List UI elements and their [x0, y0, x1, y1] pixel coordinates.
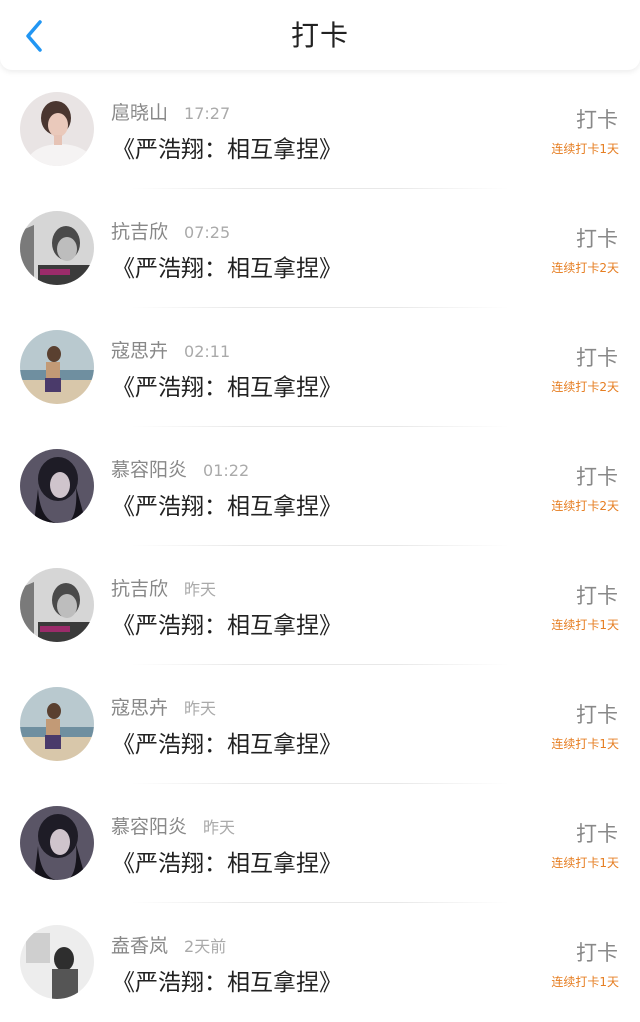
- post-time: 17:27: [184, 104, 231, 123]
- item-title: 《严浩翔：相互拿捏》: [112, 970, 342, 996]
- list-item: 抗吉欣 07:25 《严浩翔：相互拿捏》 打卡 连续打卡2天: [0, 189, 640, 308]
- user-name: 寇思卉 02:11: [111, 340, 231, 362]
- streak-label: 连续打卡1天: [551, 856, 619, 870]
- avatar[interactable]: [20, 568, 94, 642]
- user-name: 扈晓山 17:27: [111, 102, 231, 124]
- item-title: 《严浩翔：相互拿捏》: [112, 851, 342, 877]
- avatar[interactable]: [20, 925, 94, 999]
- user-name: 盍香岚 2天前: [111, 935, 227, 957]
- list-item: 寇思卉 02:11 《严浩翔：相互拿捏》 打卡 连续打卡2天: [0, 308, 640, 427]
- checkin-button[interactable]: 打卡: [576, 580, 618, 610]
- list-item: 慕容阳炎 昨天 《严浩翔：相互拿捏》 打卡 连续打卡1天: [0, 784, 640, 903]
- streak-label: 连续打卡1天: [551, 618, 619, 632]
- item-title: 《严浩翔：相互拿捏》: [112, 732, 342, 758]
- list-item: 慕容阳炎 01:22 《严浩翔：相互拿捏》 打卡 连续打卡2天: [0, 427, 640, 546]
- avatar[interactable]: [20, 211, 94, 285]
- checkin-button[interactable]: 打卡: [576, 937, 618, 967]
- streak-label: 连续打卡2天: [551, 261, 619, 275]
- user-name: 慕容阳炎 01:22: [111, 459, 250, 481]
- post-time: 昨天: [184, 580, 217, 599]
- post-time: 01:22: [203, 461, 250, 480]
- item-title: 《严浩翔：相互拿捏》: [112, 494, 342, 520]
- avatar[interactable]: [20, 806, 94, 880]
- post-time: 昨天: [184, 699, 217, 718]
- item-title: 《严浩翔：相互拿捏》: [112, 256, 342, 282]
- checkin-button[interactable]: 打卡: [576, 104, 618, 134]
- post-time: 07:25: [184, 223, 231, 242]
- avatar[interactable]: [20, 330, 94, 404]
- list-item: 寇思卉 昨天 《严浩翔：相互拿捏》 打卡 连续打卡1天: [0, 665, 640, 784]
- list-item: 盍香岚 2天前 《严浩翔：相互拿捏》 打卡 连续打卡1天: [0, 903, 640, 1022]
- avatar[interactable]: [20, 449, 94, 523]
- checkin-button[interactable]: 打卡: [576, 223, 618, 253]
- user-name: 慕容阳炎 昨天: [111, 816, 236, 838]
- post-time: 2天前: [184, 937, 227, 956]
- top-bar: 打卡: [0, 0, 640, 70]
- checkin-button[interactable]: 打卡: [576, 461, 618, 491]
- streak-label: 连续打卡2天: [551, 380, 619, 394]
- item-title: 《严浩翔：相互拿捏》: [112, 613, 342, 639]
- avatar[interactable]: [20, 687, 94, 761]
- user-name: 抗吉欣 07:25: [111, 221, 231, 243]
- list-item: 抗吉欣 昨天 《严浩翔：相互拿捏》 打卡 连续打卡1天: [0, 546, 640, 665]
- post-time: 02:11: [184, 342, 231, 361]
- item-title: 《严浩翔：相互拿捏》: [112, 137, 342, 163]
- page-title: 打卡: [290, 19, 349, 52]
- streak-label: 连续打卡2天: [551, 499, 619, 513]
- streak-label: 连续打卡1天: [551, 975, 619, 989]
- avatar[interactable]: [20, 92, 94, 166]
- post-time: 昨天: [203, 818, 236, 837]
- streak-label: 连续打卡1天: [551, 142, 619, 156]
- streak-label: 连续打卡1天: [551, 737, 619, 751]
- user-name: 抗吉欣 昨天: [111, 578, 217, 600]
- checkin-button[interactable]: 打卡: [576, 699, 618, 729]
- checkin-button[interactable]: 打卡: [576, 342, 618, 372]
- list-item: 扈晓山 17:27 《严浩翔：相互拿捏》 打卡 连续打卡1天: [0, 70, 640, 189]
- checkin-list: 扈晓山 17:27 《严浩翔：相互拿捏》 打卡 连续打卡1天 抗吉欣 07:25 《…: [0, 70, 640, 1022]
- item-title: 《严浩翔：相互拿捏》: [112, 375, 342, 401]
- checkin-button[interactable]: 打卡: [576, 818, 618, 848]
- user-name: 寇思卉 昨天: [111, 697, 217, 719]
